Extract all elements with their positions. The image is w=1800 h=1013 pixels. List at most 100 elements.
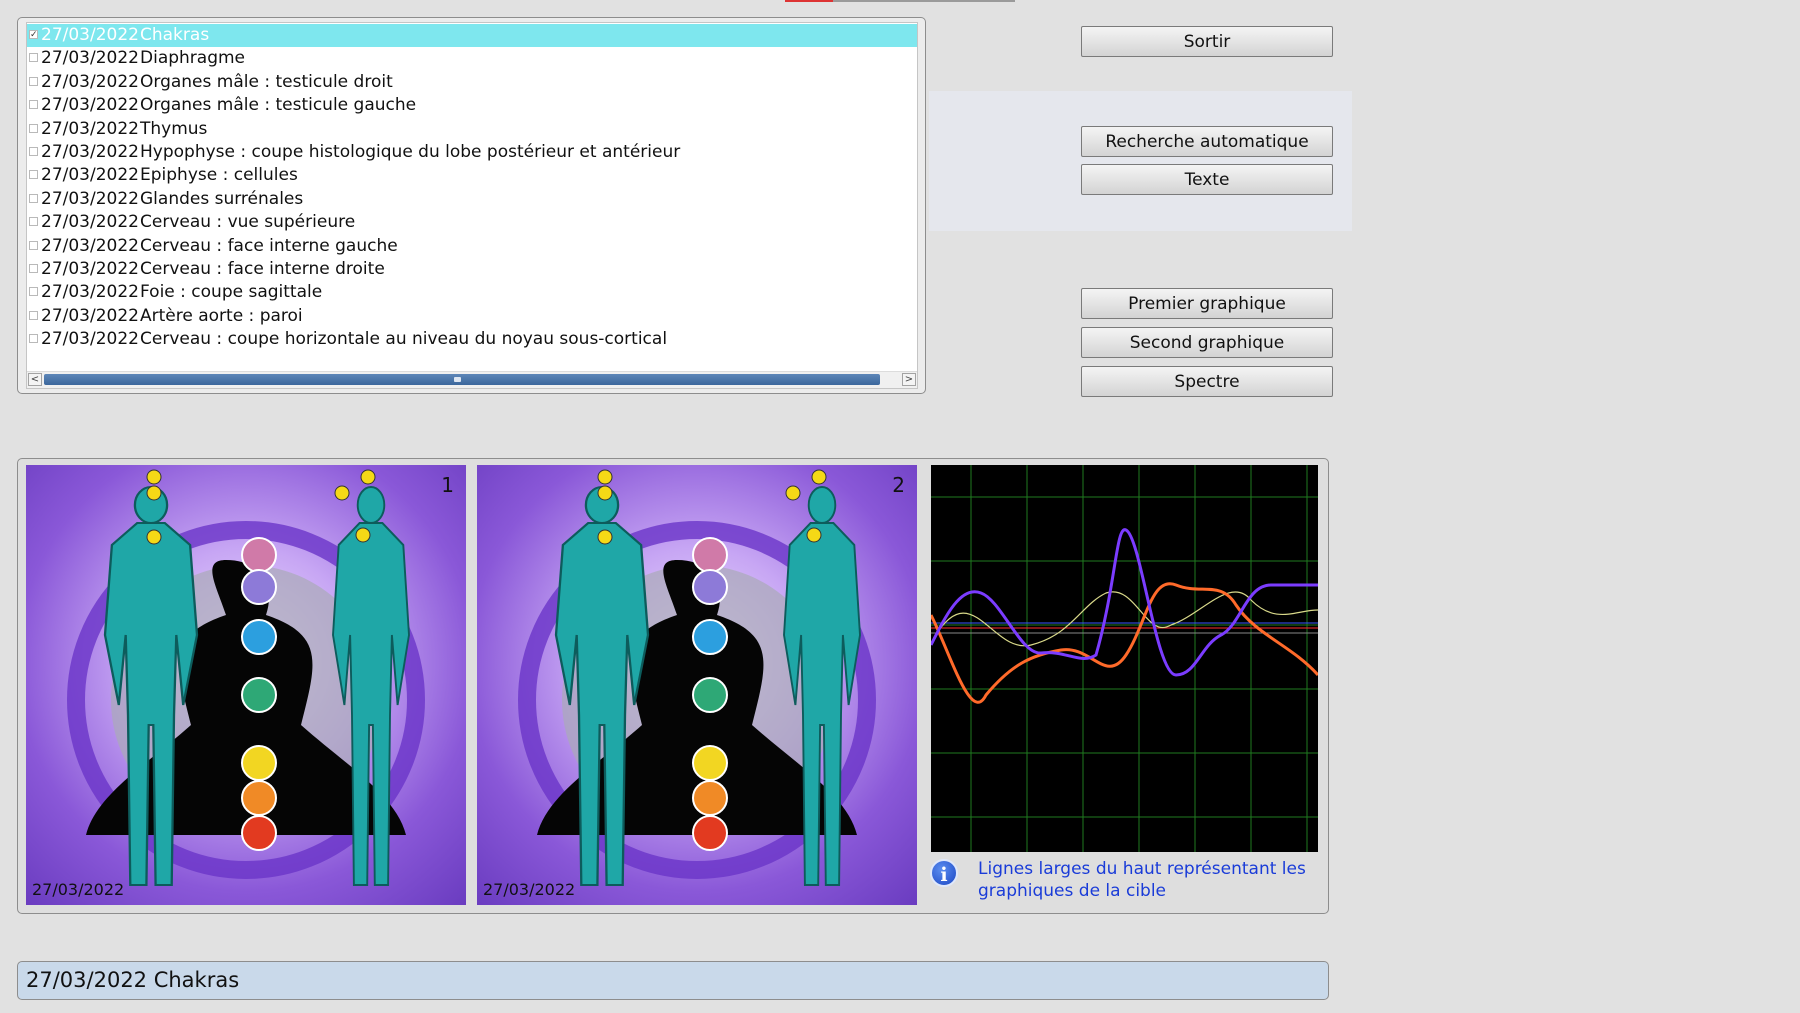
- list-item-date: 27/03/2022: [41, 258, 139, 279]
- list-item-checkbox[interactable]: [29, 76, 38, 86]
- list-item-date: 27/03/2022: [41, 95, 139, 116]
- list-item[interactable]: 27/03/2022Cerveau : coupe horizontale au…: [27, 328, 907, 351]
- curve-orange: [929, 582, 1320, 704]
- list-item[interactable]: 27/03/2022Organes mâle : testicule gauch…: [27, 94, 907, 117]
- list-item-date: 27/03/2022: [41, 188, 139, 209]
- list-item-date: 27/03/2022: [41, 165, 139, 186]
- chakra-symbol-icon: [692, 619, 728, 655]
- list-item-checkbox[interactable]: [29, 123, 38, 133]
- image-number: 1: [441, 473, 454, 497]
- list-item[interactable]: 27/03/2022Cerveau : face interne droite: [27, 258, 907, 281]
- marker-badge-icon: [597, 485, 613, 501]
- horizontal-scrollbar[interactable]: < >: [27, 371, 917, 388]
- chakra-symbol-icon: [241, 677, 277, 713]
- spectre-button[interactable]: Spectre: [1081, 366, 1333, 397]
- analysis-list[interactable]: ✓ 27/03/2022Chakras 27/03/2022Diaphragme 27…: [26, 22, 918, 389]
- scroll-left-arrow-icon[interactable]: <: [28, 373, 42, 386]
- marker-badge-icon: [597, 529, 613, 545]
- list-item[interactable]: 27/03/2022Glandes surrénales: [27, 188, 907, 211]
- sortir-button[interactable]: Sortir: [1081, 26, 1333, 57]
- list-item-label: Glandes surrénales: [140, 188, 304, 209]
- list-item-label: Organes mâle : testicule droit: [140, 71, 393, 92]
- images-panel: 1 27/03/2022 2 27/03/2022 i Lignes large…: [17, 458, 1329, 914]
- list-item-checkbox[interactable]: [29, 287, 38, 297]
- marker-badge-icon: [811, 469, 827, 485]
- second-graphique-button[interactable]: Second graphique: [1081, 327, 1333, 358]
- list-item[interactable]: 27/03/2022Epiphyse : cellules: [27, 164, 907, 187]
- marker-badge-icon: [146, 529, 162, 545]
- image-number: 2: [892, 473, 905, 497]
- marker-badge-icon: [355, 527, 371, 543]
- image-date: 27/03/2022: [32, 880, 125, 899]
- chakra-image-1[interactable]: 1 27/03/2022: [26, 465, 466, 905]
- list-item-label: Chakras: [140, 25, 210, 45]
- list-item-checkbox[interactable]: [29, 193, 38, 203]
- list-item-checkbox[interactable]: ✓: [29, 30, 38, 40]
- chakra-symbol-icon: [692, 780, 728, 816]
- list-item-checkbox[interactable]: [29, 334, 38, 344]
- graph-canvas: [929, 465, 1320, 852]
- list-item-label: Diaphragme: [140, 48, 246, 69]
- info-icon: i: [930, 859, 958, 887]
- list-item-checkbox[interactable]: [29, 170, 38, 180]
- list-item[interactable]: 27/03/2022Artère aorte : paroi: [27, 305, 907, 328]
- chakra-image-2[interactable]: 2 27/03/2022: [477, 465, 917, 905]
- list-item[interactable]: 27/03/2022Hypophyse : coupe histologique…: [27, 141, 907, 164]
- spectrum-graph[interactable]: [929, 465, 1320, 852]
- list-item-label: Cerveau : face interne gauche: [140, 235, 398, 256]
- list-item-date: 27/03/2022: [41, 282, 139, 303]
- chakra-symbol-icon: [241, 815, 277, 851]
- list-item-checkbox[interactable]: [29, 53, 38, 63]
- list-item-label: Cerveau : vue supérieure: [140, 212, 356, 233]
- list-item-checkbox[interactable]: [29, 240, 38, 250]
- chakra-symbol-icon: [692, 537, 728, 573]
- list-item[interactable]: 27/03/2022Organes mâle : testicule droit: [27, 71, 907, 94]
- list-item-label: Cerveau : face interne droite: [140, 258, 385, 279]
- list-item[interactable]: 27/03/2022Foie : coupe sagittale: [27, 281, 907, 304]
- list-item[interactable]: 27/03/2022Cerveau : face interne gauche: [27, 235, 907, 258]
- recherche-automatique-button[interactable]: Recherche automatique: [1081, 126, 1333, 157]
- marker-badge-icon: [146, 469, 162, 485]
- list-item[interactable]: 27/03/2022Cerveau : vue supérieure: [27, 211, 907, 234]
- marker-badge-icon: [360, 469, 376, 485]
- marker-badge-icon: [785, 485, 801, 501]
- window-top-accent: [785, 0, 833, 2]
- list-item[interactable]: 27/03/2022Diaphragme: [27, 47, 907, 70]
- texte-button[interactable]: Texte: [1081, 164, 1333, 195]
- list-item-checkbox[interactable]: [29, 146, 38, 156]
- list-item-checkbox[interactable]: [29, 310, 38, 320]
- list-item-date: 27/03/2022: [41, 48, 139, 69]
- chakra-symbol-icon: [692, 745, 728, 781]
- analysis-list-rows: ✓ 27/03/2022Chakras 27/03/2022Diaphragme 27…: [27, 24, 917, 351]
- list-item[interactable]: ✓ 27/03/2022Chakras: [27, 24, 917, 48]
- marker-badge-icon: [597, 469, 613, 485]
- marker-badge-icon: [334, 485, 350, 501]
- list-item-label: Hypophyse : coupe histologique du lobe p…: [140, 141, 681, 162]
- list-item-date: 27/03/2022: [41, 141, 139, 162]
- list-item-date: 27/03/2022: [41, 329, 139, 350]
- list-item-checkbox[interactable]: [29, 100, 38, 110]
- analysis-list-panel: ✓ 27/03/2022Chakras 27/03/2022Diaphragme 27…: [17, 17, 926, 394]
- list-item-label: Cerveau : coupe horizontale au niveau du…: [140, 329, 668, 350]
- list-item-label: Organes mâle : testicule gauche: [140, 95, 417, 116]
- list-item-checkbox[interactable]: [29, 263, 38, 273]
- list-item[interactable]: 27/03/2022Thymus: [27, 118, 907, 141]
- chakra-symbol-icon: [241, 780, 277, 816]
- scrollbar-grip-icon: [454, 377, 461, 382]
- figure-head: [807, 486, 837, 524]
- chakra-symbol-icon: [692, 815, 728, 851]
- curve-violet: [929, 528, 1318, 677]
- scroll-right-arrow-icon[interactable]: >: [902, 373, 916, 386]
- figure-head: [356, 486, 386, 524]
- chakra-symbol-icon: [241, 745, 277, 781]
- list-item-date: 27/03/2022: [41, 71, 139, 92]
- premier-graphique-button[interactable]: Premier graphique: [1081, 288, 1333, 319]
- chakra-symbol-icon: [241, 537, 277, 573]
- scrollbar-thumb[interactable]: [44, 374, 880, 385]
- list-item-date: 27/03/2022: [41, 212, 139, 233]
- list-item-label: Epiphyse : cellules: [140, 165, 298, 186]
- list-item-checkbox[interactable]: [29, 217, 38, 227]
- list-item-date: 27/03/2022: [41, 305, 139, 326]
- chakra-symbol-icon: [692, 569, 728, 605]
- chakra-symbol-icon: [692, 677, 728, 713]
